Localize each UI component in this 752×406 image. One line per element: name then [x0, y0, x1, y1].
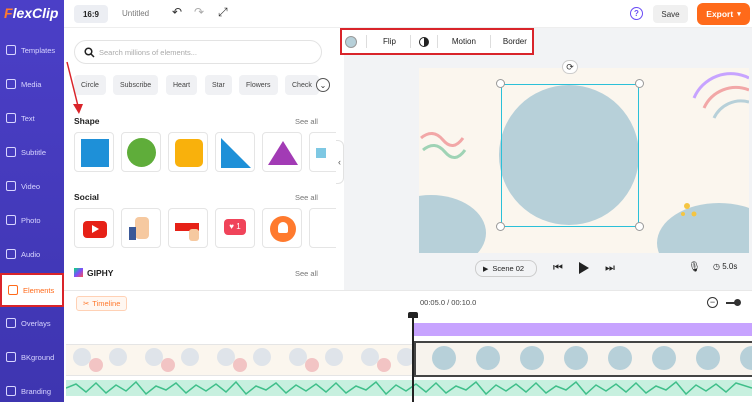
chevron-down-icon[interactable]: ⌄: [316, 78, 330, 92]
scene-duration[interactable]: ◷ 5.0s: [713, 262, 737, 271]
subtitle-icon: [6, 147, 16, 157]
giphy-icon: [74, 268, 83, 277]
video-icon: [6, 181, 16, 191]
elements-panel: Search millions of elements... Circle Su…: [64, 28, 336, 290]
timecode: 00:05.0 / 00:10.0: [420, 298, 477, 307]
play-button[interactable]: [579, 262, 589, 274]
scene-clip-2[interactable]: [414, 341, 752, 377]
timeline-toggle[interactable]: ✂ Timeline: [76, 296, 128, 311]
photo-icon: [6, 215, 16, 225]
element-track-bar[interactable]: [412, 323, 752, 336]
top-bar: 16:9 Untitled ↶ ↷ ⤢ ? Save Export ▾: [64, 0, 752, 28]
chevron-down-icon: ▾: [737, 11, 741, 18]
sidebar-item-elements[interactable]: Elements: [0, 273, 64, 307]
zoom-out-icon[interactable]: −: [707, 297, 718, 308]
audio-track[interactable]: [66, 380, 752, 396]
sidebar-item-video[interactable]: Video: [0, 171, 64, 201]
shape-see-all-link[interactable]: See all: [295, 117, 318, 126]
like-sticker-tile[interactable]: [121, 208, 161, 248]
next-scene-icon[interactable]: ⏭: [605, 262, 615, 275]
aspect-ratio-button[interactable]: 16:9: [74, 5, 108, 23]
annotation-arrow: [66, 61, 83, 114]
redo-icon[interactable]: ↷: [194, 5, 204, 19]
giphy-see-all-link[interactable]: See all: [295, 269, 318, 278]
sidebar-item-audio[interactable]: Audio: [0, 239, 64, 269]
microphone-icon[interactable]: 🎙: [688, 262, 701, 273]
chevron-left-icon: ‹: [338, 157, 341, 167]
play-icon: ▶: [483, 265, 489, 273]
chip-flowers[interactable]: Flowers: [239, 75, 278, 95]
social-tile-partial[interactable]: [309, 208, 336, 248]
selection-box[interactable]: [501, 84, 639, 227]
sidebar-item-photo[interactable]: Photo: [0, 205, 64, 235]
right-triangle-shape-tile[interactable]: [215, 132, 255, 172]
flip-button[interactable]: Flip: [383, 37, 396, 46]
flexclip-logo[interactable]: FlexClip: [4, 5, 62, 23]
circle-shape-tile[interactable]: [121, 132, 161, 172]
elements-icon: [8, 285, 18, 295]
triangle-shape-tile[interactable]: [262, 132, 302, 172]
social-see-all-link[interactable]: See all: [295, 193, 318, 202]
chip-check[interactable]: Check: [285, 75, 319, 95]
social-section-title: Social: [74, 192, 100, 202]
scissors-icon: ✂: [83, 299, 90, 308]
playhead[interactable]: [412, 314, 414, 402]
sidebar: FlexClip Templates Media Text Subtitle V…: [0, 0, 64, 402]
sidebar-item-subtitle[interactable]: Subtitle: [0, 137, 64, 167]
undo-icon[interactable]: ↶: [172, 5, 182, 19]
resize-handle-br[interactable]: [635, 222, 644, 231]
fullscreen-icon[interactable]: ⤢: [218, 5, 228, 20]
subscribe-sticker-tile[interactable]: [168, 208, 208, 248]
shape-section-title: Shape: [74, 116, 100, 126]
element-toolbar: Flip Motion Border: [340, 28, 534, 55]
background-icon: [6, 352, 16, 362]
audio-icon: [6, 249, 16, 259]
save-button[interactable]: Save: [653, 5, 688, 23]
sidebar-item-bkground[interactable]: BKground: [0, 342, 64, 372]
search-icon: [84, 47, 95, 58]
giphy-section-title: GIPHY: [87, 268, 114, 278]
playhead-handle[interactable]: [408, 312, 418, 318]
youtube-sticker-tile[interactable]: [74, 208, 114, 248]
motion-button[interactable]: Motion: [452, 37, 476, 46]
sidebar-item-templates[interactable]: Templates: [0, 35, 64, 65]
templates-icon: [6, 45, 16, 55]
overlays-icon: [6, 318, 16, 328]
rotate-icon[interactable]: ⟳: [562, 60, 578, 74]
sidebar-item-overlays[interactable]: Overlays: [0, 308, 64, 338]
sidebar-item-media[interactable]: Media: [0, 69, 64, 99]
chip-subscribe[interactable]: Subscribe: [113, 75, 159, 95]
collapse-panel-button[interactable]: ‹: [336, 140, 344, 184]
heart-notification-tile[interactable]: ♥ 1: [215, 208, 255, 248]
scene-clip-1[interactable]: [66, 344, 412, 376]
previous-scene-icon[interactable]: ⏮: [553, 262, 563, 275]
resize-handle-bl[interactable]: [496, 222, 505, 231]
opacity-icon[interactable]: [418, 36, 429, 47]
help-icon[interactable]: ?: [630, 7, 643, 20]
zoom-slider-knob[interactable]: [734, 299, 741, 306]
rounded-square-shape-tile[interactable]: [168, 132, 208, 172]
fill-color-swatch[interactable]: [345, 35, 357, 48]
chip-heart[interactable]: Heart: [166, 75, 198, 95]
branding-icon: [6, 386, 16, 396]
project-title[interactable]: Untitled: [122, 9, 149, 18]
resize-handle-tl[interactable]: [496, 79, 505, 88]
search-input[interactable]: Search millions of elements...: [74, 40, 322, 64]
sidebar-item-text[interactable]: Text: [0, 103, 64, 133]
clock-icon: ◷: [713, 262, 720, 271]
shape-tile-partial[interactable]: [309, 132, 336, 172]
text-icon: [6, 113, 16, 123]
square-shape-tile[interactable]: [74, 132, 114, 172]
scene-selector[interactable]: ▶ Scene 02: [475, 260, 537, 277]
media-icon: [6, 79, 16, 89]
border-button[interactable]: Border: [503, 37, 527, 46]
export-button[interactable]: Export ▾: [697, 3, 750, 25]
chip-star[interactable]: Star: [205, 75, 232, 95]
resize-handle-tr[interactable]: [635, 79, 644, 88]
bell-sticker-tile[interactable]: [262, 208, 302, 248]
